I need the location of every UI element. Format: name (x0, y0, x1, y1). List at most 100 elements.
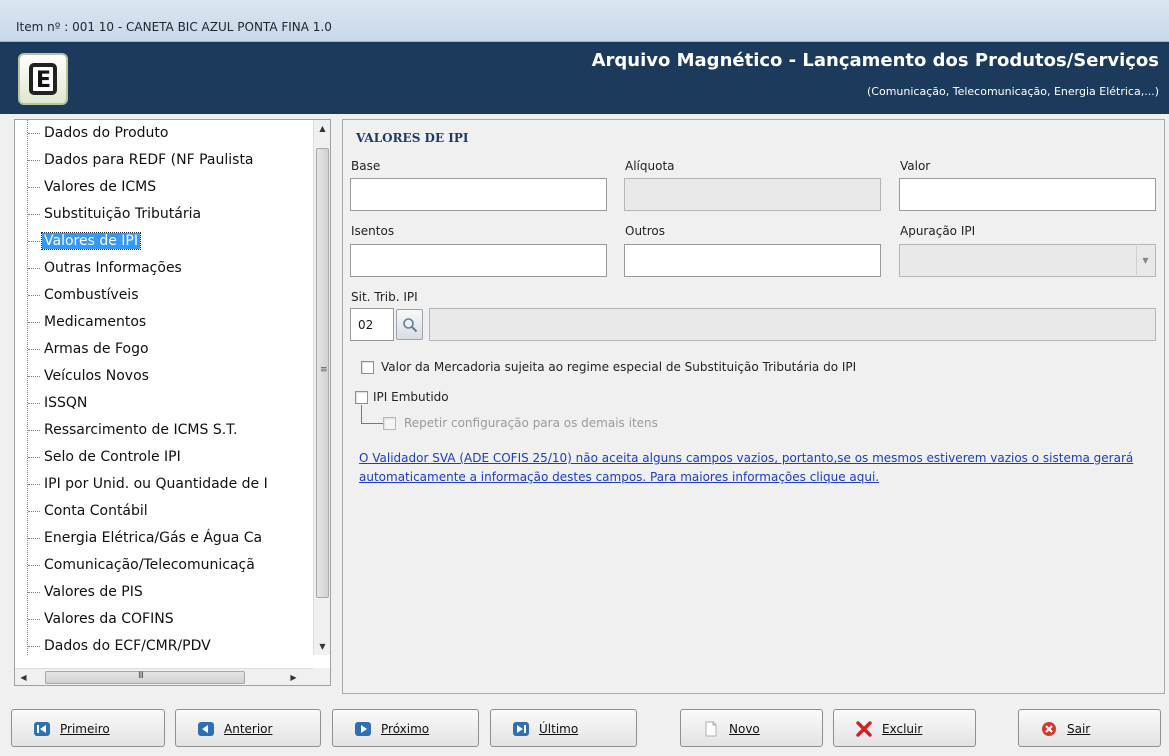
next-button-label: Próximo (381, 722, 430, 736)
tree-item-label: Valores de ICMS (44, 179, 157, 195)
tree-branch-line (28, 186, 40, 188)
tree-item[interactable]: ISSQN (28, 392, 89, 414)
tree-branch-line (28, 429, 40, 431)
tree-item-label: Medicamentos (44, 314, 147, 330)
delete-button-label: Excluir (882, 722, 923, 736)
tree-branch-line (28, 321, 40, 323)
tree-item[interactable]: Veículos Novos (28, 365, 151, 387)
next-button[interactable]: Próximo (332, 709, 479, 747)
tree-branch-line (28, 456, 40, 458)
tree-item[interactable]: Armas de Fogo (28, 338, 151, 360)
page-subtitle: (Comunicação, Telecomunicação, Energia E… (867, 85, 1159, 98)
isentos-input[interactable] (350, 244, 607, 277)
chevron-down-icon[interactable]: ▼ (1136, 246, 1154, 275)
tree-item-label: Dados do ECF/CMR/PDV (44, 638, 211, 654)
tree-item-label: Ressarcimento de ICMS S.T. (44, 422, 238, 438)
tree-branch-line (28, 294, 40, 296)
scrollbar-corner (313, 668, 330, 685)
tree-item-label: Selo de Controle IPI (44, 449, 181, 465)
apuracao-label: Apuração IPI (900, 224, 976, 238)
tree-item[interactable]: Combustíveis (28, 284, 141, 306)
tree-item[interactable]: Outras Informações (28, 257, 184, 279)
tree-branch-line (28, 159, 40, 161)
new-button[interactable]: Novo (680, 709, 823, 747)
tree-item[interactable]: Conta Contábil (28, 500, 150, 522)
tree-item[interactable]: Selo de Controle IPI (28, 446, 183, 468)
tree-item[interactable]: Medicamentos (28, 311, 148, 333)
tree-item-label: Comunicação/Telecomunicaçã (44, 557, 255, 573)
first-button-label: Primeiro (60, 722, 110, 736)
tree-item[interactable]: Valores de IPI (28, 230, 141, 252)
tree-item[interactable]: Substituição Tributária (28, 203, 203, 225)
tree-item[interactable]: Valores de PIS (28, 581, 145, 603)
first-button[interactable]: Primeiro (11, 709, 165, 747)
vertical-scroll-thumb[interactable]: ≡ (316, 148, 329, 598)
scroll-up-arrow-icon[interactable]: ▲ (314, 120, 331, 137)
tree-item[interactable]: Dados do ECF/CMR/PDV (28, 635, 213, 655)
tree-branch-line (28, 267, 40, 269)
tree-item[interactable]: Dados para REDF (NF Paulista (28, 149, 256, 171)
tree-branch-line (28, 564, 40, 566)
tree-branch-line (28, 240, 40, 242)
base-input[interactable] (350, 178, 607, 211)
tree-item-label: ISSQN (44, 395, 88, 411)
tree-branch-line (28, 483, 40, 485)
new-document-icon (705, 721, 718, 737)
tree-item-label: Dados do Produto (44, 125, 169, 141)
tree-item-label: Armas de Fogo (44, 341, 149, 357)
scroll-left-arrow-icon[interactable]: ◀ (15, 669, 32, 686)
checkbox-tree-connector (361, 405, 383, 424)
outros-input[interactable] (624, 244, 881, 277)
tree-horizontal-scrollbar[interactable]: ◀ III ▶ (15, 668, 313, 685)
last-arrow-icon (513, 722, 529, 736)
tree-branch-line (28, 537, 40, 539)
sit-trib-label: Sit. Trib. IPI (351, 290, 418, 304)
navigation-tree[interactable]: Dados do Produto Dados para REDF (NF Paul… (14, 119, 331, 686)
isentos-label: Isentos (351, 224, 395, 238)
apuracao-select[interactable]: ▼ (899, 244, 1156, 277)
tree-branch-line (28, 510, 40, 512)
tree-item[interactable]: Energia Elétrica/Gás e Água Ca (28, 527, 264, 549)
sit-trib-description-input (429, 308, 1156, 341)
tree-vertical-scrollbar[interactable]: ▲ ≡ ▼ (313, 120, 330, 655)
tree-item[interactable]: IPI por Unid. ou Quantidade de I (28, 473, 270, 495)
horizontal-scroll-thumb[interactable]: III (45, 671, 245, 684)
previous-button[interactable]: Anterior (175, 709, 321, 747)
scroll-right-arrow-icon[interactable]: ▶ (285, 669, 302, 686)
tree-branch-line (28, 591, 40, 593)
valor-input[interactable] (899, 178, 1156, 211)
sva-info-link[interactable]: O Validador SVA (ADE COFIS 25/10) não ac… (359, 449, 1159, 487)
tree-item[interactable]: Ressarcimento de ICMS S.T. (28, 419, 240, 441)
exit-button[interactable]: Sair (1018, 709, 1161, 747)
sit-trib-code-input[interactable]: 02 (350, 308, 394, 341)
tree-item-label: Conta Contábil (44, 503, 148, 519)
exit-button-label: Sair (1067, 722, 1091, 736)
app-logo: E (18, 53, 68, 105)
tree-item[interactable]: Valores de ICMS (28, 176, 158, 198)
tree-item-label: Outras Informações (44, 260, 182, 276)
tree-item[interactable]: Comunicação/Telecomunicaçã (28, 554, 257, 576)
tree-item[interactable]: Valores da COFINS (28, 608, 176, 630)
aliquota-label: Alíquota (625, 159, 675, 173)
tree-item[interactable]: Dados do Produto (28, 122, 170, 144)
repetir-config-checkbox-label: Repetir configuração para os demais iten… (404, 416, 658, 430)
ipi-form-panel: VALORES DE IPI Base Alíquota Valor Isent… (342, 119, 1165, 694)
base-label: Base (351, 159, 381, 173)
delete-button[interactable]: Excluir (833, 709, 976, 747)
tree-branch-line (28, 645, 40, 647)
tree-branch-line (28, 213, 40, 215)
st-regime-checkbox[interactable] (361, 361, 374, 374)
ipi-embutido-checkbox-label: IPI Embutido (373, 390, 449, 404)
delete-x-icon (856, 721, 872, 737)
aliquota-input (624, 178, 881, 211)
last-button[interactable]: Último (490, 709, 637, 747)
scroll-down-arrow-icon[interactable]: ▼ (314, 638, 331, 655)
tree-item-label: Veículos Novos (44, 368, 149, 384)
new-button-label: Novo (729, 722, 760, 736)
sit-trib-search-button[interactable] (396, 309, 423, 340)
valor-label: Valor (900, 159, 931, 173)
previous-arrow-icon (198, 722, 214, 736)
ipi-embutido-checkbox[interactable] (355, 391, 368, 404)
window-titlebar: Item nº : 001 10 - CANETA BIC AZUL PONTA… (0, 0, 1169, 42)
tree-item-label: Valores de PIS (44, 584, 143, 600)
